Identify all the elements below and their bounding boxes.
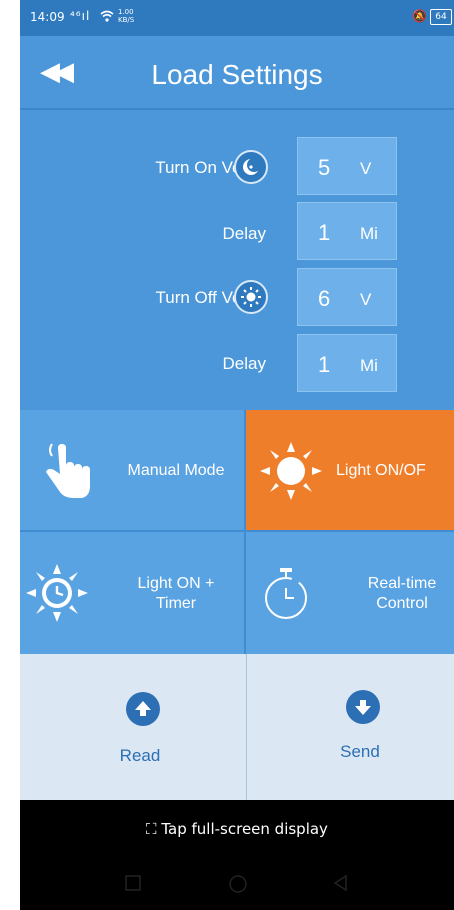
- realtime-control-label: Real-time Control: [342, 574, 454, 614]
- realtime-control-button[interactable]: Real-time Control: [246, 532, 454, 654]
- signal-icon: ⁴⁶ıl: [70, 9, 91, 23]
- turn-off-volt-label: Turn Off Volt: [155, 288, 251, 307]
- recent-apps-icon[interactable]: [124, 874, 142, 892]
- network-rate-value: 1.00: [118, 8, 134, 16]
- hand-tap-icon: [46, 443, 90, 498]
- phone-screen: 14:09 ⁴⁶ıl 1.00 KB/S 🔕 64 ◀◀ Load Settin…: [20, 0, 454, 910]
- sun-clock-icon: [26, 564, 88, 622]
- turn-off-delay-value: 1: [318, 352, 331, 377]
- turn-on-delay-value: 1: [318, 220, 331, 245]
- system-nav-bar: [20, 854, 454, 910]
- sun-icon: [260, 442, 322, 500]
- battery-indicator: 64: [430, 9, 452, 25]
- turn-on-volt-field[interactable]: 5 V: [297, 137, 397, 195]
- sun-icon: [234, 280, 268, 314]
- back-icon[interactable]: [332, 874, 350, 892]
- light-on-off-button[interactable]: Light ON/OF: [246, 410, 454, 532]
- fullscreen-label: Tap full-screen display: [161, 820, 328, 838]
- network-rate: 1.00 KB/S: [118, 8, 134, 24]
- turn-on-delay-unit: Mi: [360, 224, 378, 243]
- fullscreen-text: ⛶ Tap full-screen display: [20, 820, 454, 838]
- turn-on-delay-label: Delay: [222, 224, 266, 243]
- arrow-up-circle-icon: [126, 692, 160, 726]
- light-on-timer-line2: Timer: [155, 595, 197, 612]
- turn-off-delay-label: Delay: [222, 354, 266, 373]
- app-header: ◀◀ Load Settings: [20, 36, 454, 110]
- turn-on-delay-field[interactable]: 1 Mi: [297, 202, 397, 260]
- status-bar: 14:09 ⁴⁶ıl 1.00 KB/S 🔕 64: [20, 0, 454, 36]
- voltage-settings-panel: Turn On Volt 5 V Delay 1 Mi Turn Off Vol…: [20, 110, 454, 410]
- home-icon[interactable]: [228, 874, 248, 894]
- status-time: 14:09: [30, 10, 65, 24]
- fullscreen-prompt[interactable]: ⛶ Tap full-screen display: [20, 800, 454, 854]
- mute-icon: 🔕: [412, 9, 427, 23]
- light-on-timer-button[interactable]: Light ON + Timer: [20, 532, 246, 654]
- send-button[interactable]: Send: [260, 654, 454, 800]
- turn-on-volt-value: 5: [318, 155, 331, 180]
- realtime-control-line1: Real-time: [367, 575, 437, 592]
- turn-off-volt-value: 6: [318, 286, 331, 311]
- read-label: Read: [119, 746, 161, 765]
- light-on-timer-label: Light ON + Timer: [116, 574, 236, 614]
- light-on-off-label: Light ON/OF: [336, 462, 426, 479]
- light-on-timer-line1: Light ON +: [137, 575, 215, 592]
- stopwatch-icon: [265, 568, 307, 619]
- read-button[interactable]: Read: [40, 654, 240, 800]
- turn-off-volt-unit: V: [360, 290, 372, 309]
- network-rate-unit: KB/S: [118, 16, 135, 24]
- arrow-down-circle-icon: [346, 690, 380, 724]
- action-bar: Read Send: [20, 654, 454, 800]
- moon-icon: [234, 150, 268, 184]
- manual-mode-button[interactable]: Manual Mode: [20, 410, 246, 532]
- turn-off-delay-unit: Mi: [360, 356, 378, 375]
- wifi-icon: [100, 10, 114, 22]
- send-label: Send: [340, 742, 380, 761]
- realtime-control-line2: Control: [376, 595, 428, 612]
- page-title: Load Settings: [151, 59, 323, 90]
- action-divider: [246, 654, 247, 800]
- turn-on-volt-unit: V: [360, 159, 372, 178]
- turn-on-volt-label: Turn On Volt: [155, 158, 250, 177]
- turn-off-delay-field[interactable]: 1 Mi: [297, 334, 397, 392]
- turn-off-volt-field[interactable]: 6 V: [297, 268, 397, 326]
- manual-mode-label: Manual Mode: [127, 462, 225, 479]
- expand-icon: ⛶: [146, 820, 157, 838]
